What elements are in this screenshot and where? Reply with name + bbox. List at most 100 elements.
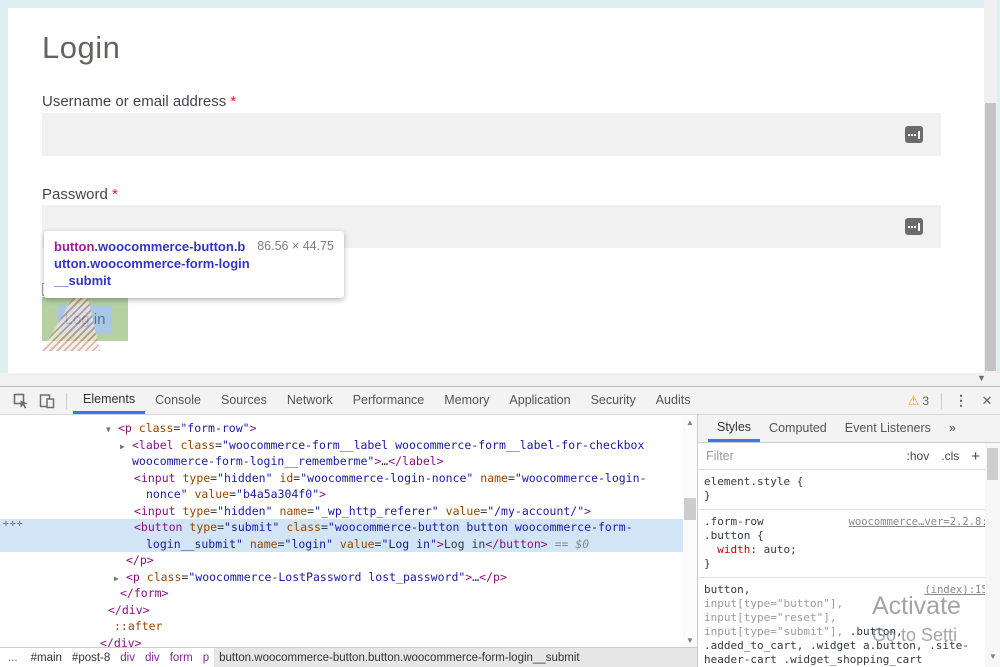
breadcrumb-p[interactable]: p (198, 648, 214, 667)
code-line[interactable]: </div> (0, 635, 683, 648)
code-line[interactable]: header-cart .widget_shopping_cart (704, 653, 982, 667)
breadcrumb-div[interactable]: div (140, 648, 165, 667)
page-vertical-scrollbar[interactable] (984, 0, 997, 373)
code-line[interactable]: ▶<label class="woocommerce-form__label w… (0, 437, 683, 454)
code-token (704, 543, 717, 556)
input-helper-icon[interactable] (905, 126, 923, 143)
code-line[interactable]: nonce" value="b4a5a304f0"> (0, 486, 683, 503)
inspect-element-icon[interactable] (8, 388, 34, 414)
code-line[interactable]: input[type="button"], (704, 597, 982, 611)
cls-toggle[interactable]: .cls (941, 449, 959, 463)
code-token: "login" (285, 537, 333, 551)
devtools-tab-elements[interactable]: Elements (73, 387, 145, 414)
devtools-tab-network[interactable]: Network (277, 387, 343, 414)
scroll-down-arrow-icon[interactable]: ▼ (989, 652, 997, 661)
styles-scrollbar-thumb[interactable] (987, 448, 998, 480)
code-token: "woocommerce-button button woocommerce-f… (328, 520, 633, 534)
code-token: <input (134, 471, 182, 485)
styles-filter-input[interactable]: Filter (706, 449, 895, 463)
breadcrumb-#post-8[interactable]: #post-8 (67, 648, 115, 667)
password-label-text: Password (42, 186, 108, 203)
code-token: "woocommerce-form__label woocommerce-for… (222, 438, 644, 452)
username-label-text: Username or email address (42, 93, 226, 110)
code-line[interactable]: </form> (0, 585, 683, 602)
code-line[interactable]: .form-rowwoocommerce…ver=2.2.8:1 (704, 515, 982, 529)
code-line[interactable]: } (704, 489, 982, 503)
tree-expand-arrow-icon[interactable]: ▼ (106, 422, 118, 439)
page-scrollbar-thumb[interactable] (985, 103, 996, 371)
code-token: woocommerce-form-login__rememberme" (132, 454, 374, 468)
scroll-down-arrow-icon[interactable]: ▼ (686, 636, 694, 645)
sidebar-tab-computed[interactable]: Computed (760, 415, 836, 442)
code-line[interactable]: width: auto; (704, 543, 982, 557)
required-asterisk: * (112, 186, 118, 203)
warning-icon: ⚠ (908, 393, 920, 409)
devtools-tab-memory[interactable]: Memory (434, 387, 499, 414)
warning-count: 3 (922, 394, 929, 408)
breadcrumb-overflow[interactable]: ... (0, 648, 26, 667)
page-horizontal-scrollbar[interactable]: ▼ (0, 373, 1000, 387)
devtools-tab-audits[interactable]: Audits (646, 387, 701, 414)
devtools-panel: ElementsConsoleSourcesNetworkPerformance… (0, 387, 1000, 667)
devtools-tab-performance[interactable]: Performance (343, 387, 435, 414)
username-input[interactable] (42, 113, 941, 156)
hov-toggle[interactable]: :hov (907, 449, 930, 463)
breadcrumb-#main[interactable]: #main (26, 648, 67, 667)
sidebar-tab-event-listeners[interactable]: Event Listeners (836, 415, 940, 442)
stylesheet-source-link[interactable]: woocommerce…ver=2.2.8:1 (849, 515, 994, 529)
code-token: width (717, 543, 750, 556)
code-line[interactable]: ::after (0, 618, 683, 635)
elements-scrollbar-thumb[interactable] (684, 498, 696, 520)
kebab-menu-icon[interactable]: ⋮ (948, 388, 974, 414)
console-warning-badge[interactable]: ⚠ 3 (902, 393, 935, 409)
code-line[interactable]: .button { (704, 529, 982, 543)
code-token: .button, (850, 625, 903, 638)
device-toolbar-icon[interactable] (34, 388, 60, 414)
code-line[interactable]: <input type="hidden" id="woocommerce-log… (0, 470, 683, 487)
code-token: </p> (479, 570, 507, 584)
sidebar-more-tabs-icon[interactable]: » (940, 415, 965, 442)
devtools-tab-security[interactable]: Security (581, 387, 646, 414)
code-token: input[type="button"], (704, 597, 843, 610)
code-line[interactable]: button,(index):155 (704, 583, 982, 597)
tooltip-selector-line2: utton.woocommerce-form-login (54, 255, 334, 272)
code-token: "b4a5a304f0" (236, 487, 319, 501)
code-line[interactable]: login__submit" name="login" value="Log i… (0, 536, 683, 553)
new-style-rule-button[interactable]: + (971, 448, 980, 465)
code-token: = (217, 520, 224, 534)
code-line[interactable]: woocommerce-form-login__rememberme">…</l… (0, 453, 683, 470)
code-token: = (215, 438, 222, 452)
code-line[interactable]: </p> (0, 552, 683, 569)
code-line[interactable]: <button type="submit" class="woocommerce… (0, 519, 683, 536)
code-line[interactable]: ▶<p class="woocommerce-LostPassword lost… (0, 569, 683, 586)
sidebar-tab-styles[interactable]: Styles (708, 415, 760, 442)
input-helper-icon[interactable] (905, 218, 923, 235)
code-line[interactable]: } (704, 557, 982, 571)
code-line[interactable]: element.style { (704, 475, 982, 489)
code-token (439, 504, 446, 518)
code-line[interactable]: ▼<p class="form-row"> (0, 420, 683, 437)
code-line[interactable]: input[type="submit"], .button, (704, 625, 982, 639)
style-rule-section: .form-rowwoocommerce…ver=2.2.8:1.button … (698, 510, 1000, 578)
code-line[interactable]: input[type="reset"], (704, 611, 982, 625)
devtools-tab-console[interactable]: Console (145, 387, 211, 414)
breadcrumb-div[interactable]: div (115, 648, 140, 667)
scroll-down-arrow-icon[interactable]: ▼ (977, 373, 986, 383)
code-line[interactable]: <input type="hidden" name="_wp_http_refe… (0, 503, 683, 520)
breadcrumb-form[interactable]: form (165, 648, 198, 667)
styles-vertical-scrollbar[interactable]: ▼ (985, 443, 1000, 667)
code-line[interactable]: .added_to_cart, .widget a.button, .site- (704, 639, 982, 653)
tree-expand-arrow-icon[interactable]: ▶ (120, 439, 132, 456)
styles-filter-row: Filter :hov .cls + (698, 443, 1000, 470)
breadcrumb-button.woocommerce-button.button.woocomm[interactable]: button.woocommerce-button.button.woocomm… (214, 648, 697, 667)
devtools-tab-sources[interactable]: Sources (211, 387, 277, 414)
toolbar-divider (941, 393, 942, 409)
code-token: class (286, 520, 321, 534)
stylesheet-source-link[interactable]: (index):155 (924, 583, 994, 597)
scroll-up-arrow-icon[interactable]: ▲ (686, 418, 694, 427)
close-devtools-icon[interactable]: ✕ (974, 388, 1000, 414)
devtools-tab-application[interactable]: Application (499, 387, 580, 414)
code-token: > (437, 537, 444, 551)
elements-vertical-scrollbar[interactable]: ▲ ▼ (683, 416, 697, 647)
code-line[interactable]: </div> (0, 602, 683, 619)
